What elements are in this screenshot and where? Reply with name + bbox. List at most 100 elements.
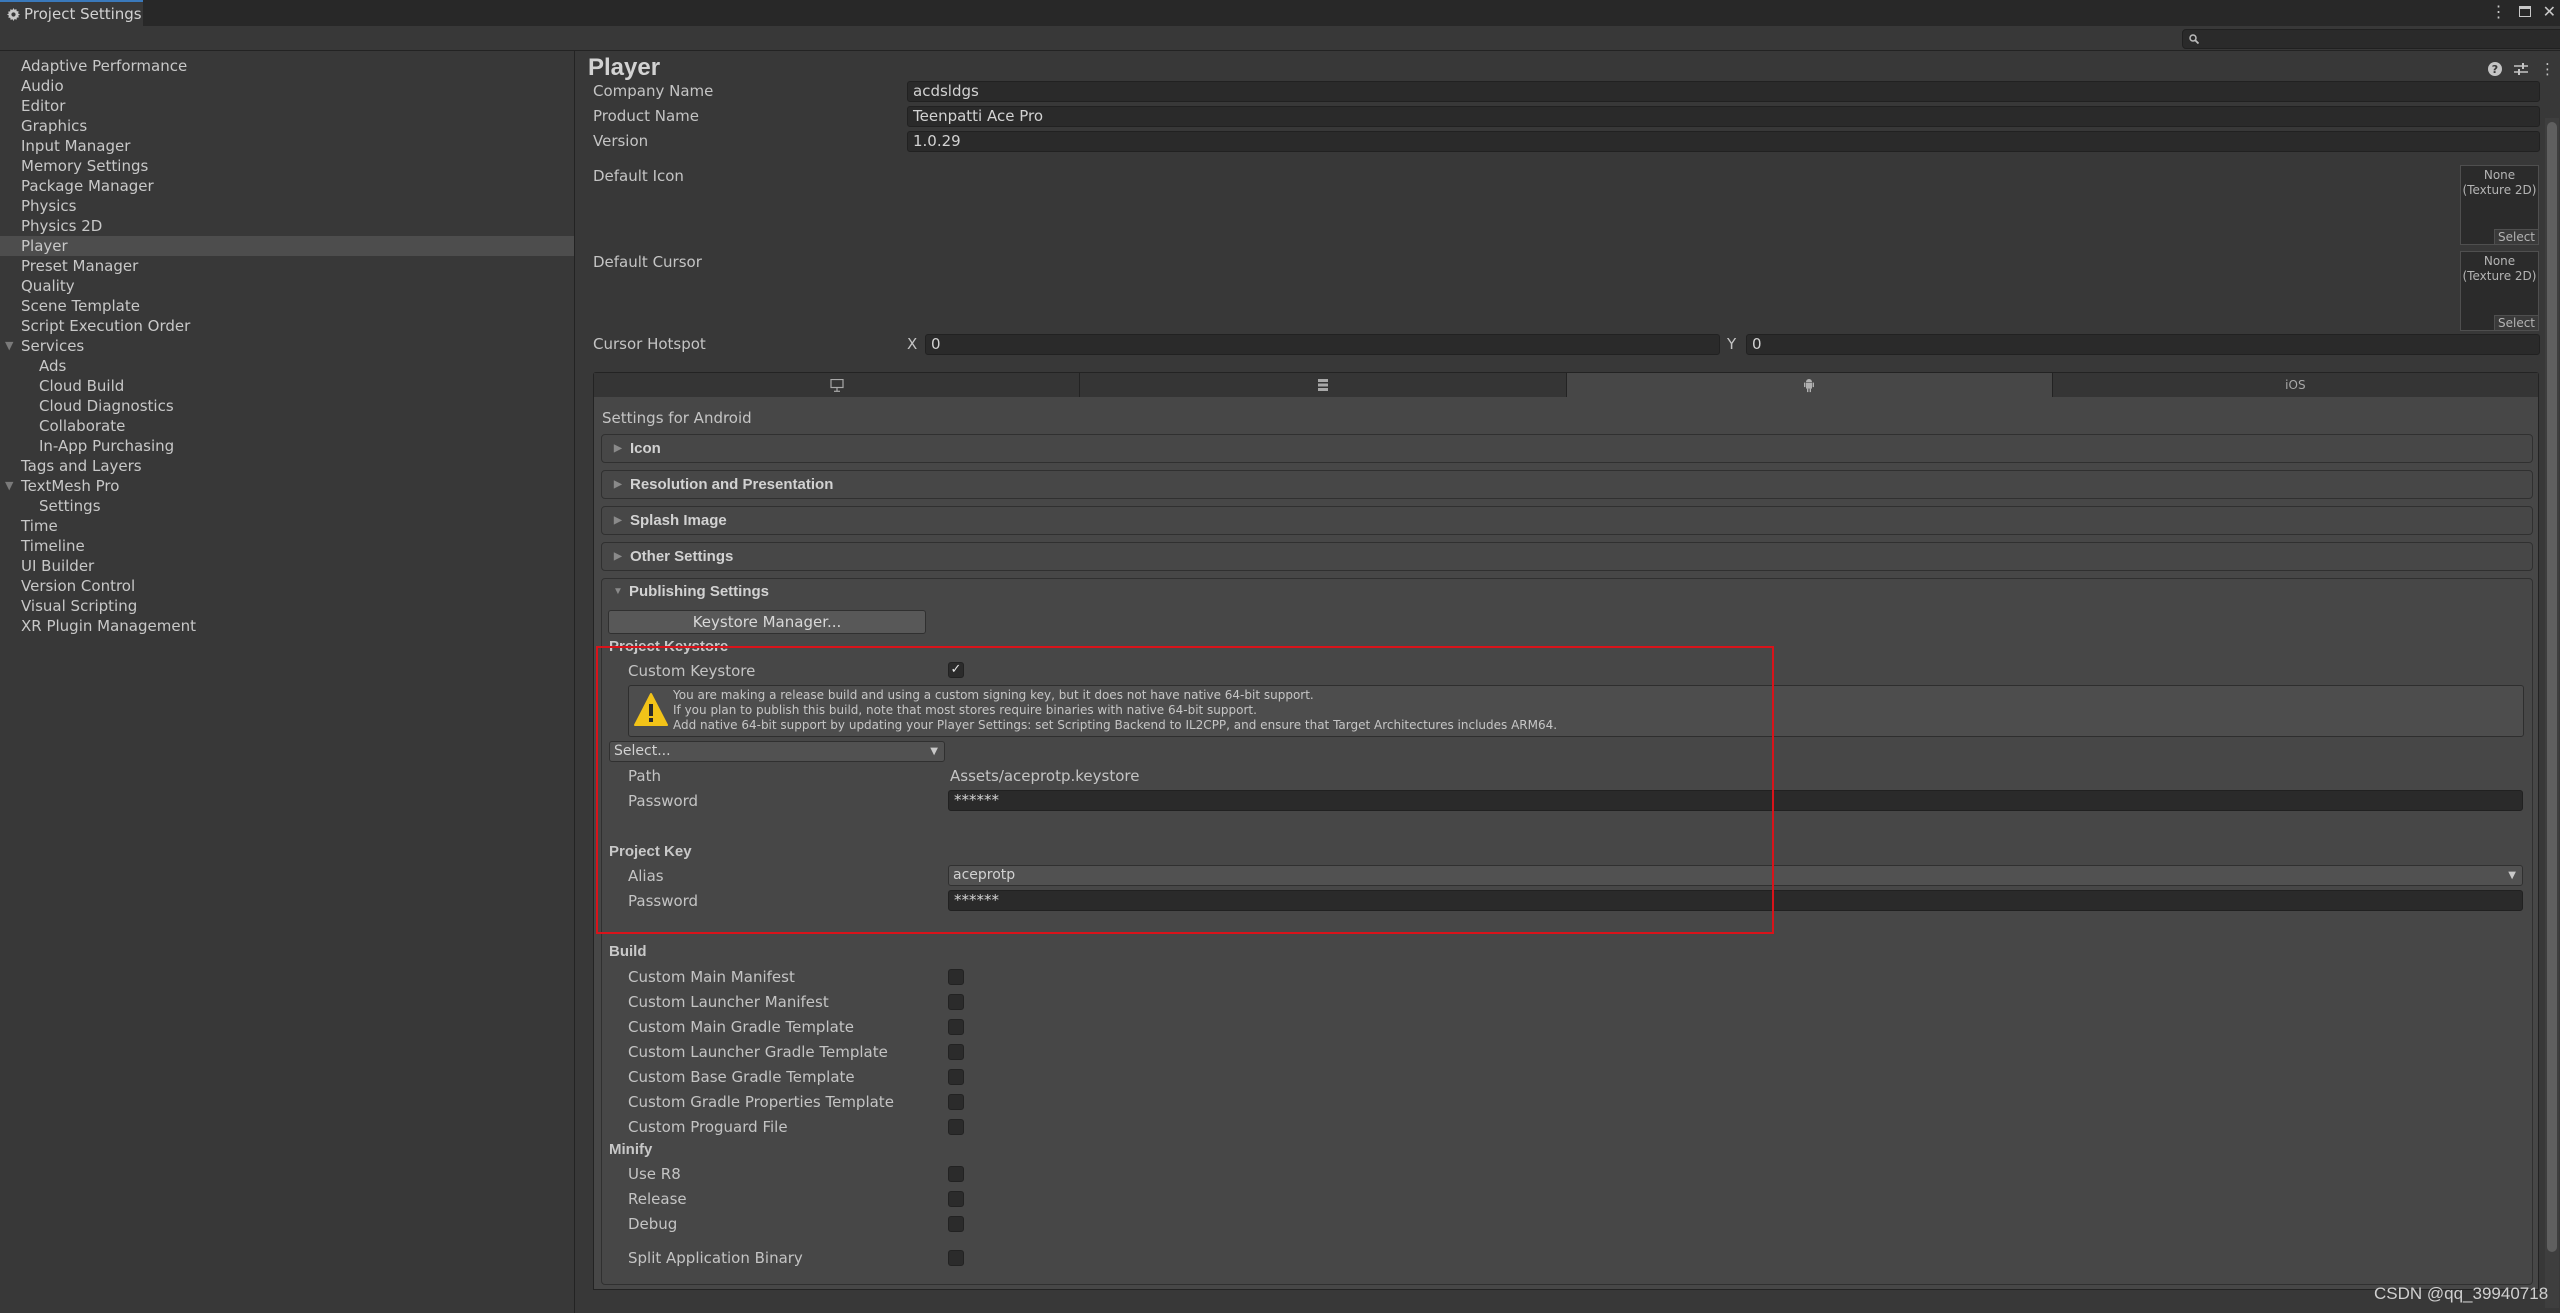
- search-icon: [2189, 34, 2199, 44]
- sidebar-item[interactable]: Memory Settings: [0, 156, 574, 176]
- sidebar-item[interactable]: ▼ Services: [0, 336, 574, 356]
- foldout-publishing-settings[interactable]: ▼ Publishing Settings: [601, 578, 2533, 607]
- sidebar-item[interactable]: Collaborate: [0, 416, 574, 436]
- sidebar-item[interactable]: Time: [0, 516, 574, 536]
- keystore-manager-button[interactable]: Keystore Manager...: [608, 610, 926, 634]
- more-vertical-icon[interactable]: ⋮: [2491, 2, 2507, 21]
- custom-keystore-checkbox[interactable]: ✓: [948, 662, 964, 678]
- version-input[interactable]: 1.0.29: [907, 131, 2540, 152]
- sidebar-item[interactable]: Timeline: [0, 536, 574, 556]
- texture-none-text: None: [2483, 254, 2516, 268]
- sidebar-item[interactable]: Adaptive Performance: [0, 56, 574, 76]
- texture-type-text: (Texture 2D): [2462, 269, 2537, 283]
- chevron-down-icon: ▼: [2508, 870, 2516, 881]
- hotspot-x-input[interactable]: 0: [925, 334, 1720, 355]
- presets-icon[interactable]: [2514, 63, 2528, 75]
- tab-standalone[interactable]: [594, 373, 1081, 398]
- search-input[interactable]: [2205, 31, 2560, 47]
- sidebar-item[interactable]: Graphics: [0, 116, 574, 136]
- alias-dropdown[interactable]: aceprotp ▼: [948, 865, 2523, 886]
- tab-ios[interactable]: iOS: [2052, 373, 2538, 398]
- sidebar-item[interactable]: Cloud Diagnostics: [0, 396, 574, 416]
- sidebar-item[interactable]: Preset Manager: [0, 256, 574, 276]
- sidebar-item[interactable]: Audio: [0, 76, 574, 96]
- sidebar-item[interactable]: Physics 2D: [0, 216, 574, 236]
- sidebar-item[interactable]: Tags and Layers: [0, 456, 574, 476]
- foldout-other-settings[interactable]: ▶ Other Settings: [601, 542, 2533, 571]
- path-value: Assets/aceprotp.keystore: [950, 767, 1140, 785]
- hotspot-y-input[interactable]: 0: [1746, 334, 2540, 355]
- sidebar-item[interactable]: Visual Scripting: [0, 596, 574, 616]
- sidebar-item[interactable]: Scene Template: [0, 296, 574, 316]
- foldout-resolution[interactable]: ▶ Resolution and Presentation: [601, 470, 2533, 499]
- triangle-down-icon[interactable]: ▼: [5, 476, 13, 496]
- keystore-password-label: Password: [628, 792, 699, 810]
- sidebar-item-label: Player: [21, 237, 68, 255]
- sidebar-item[interactable]: UI Builder: [0, 556, 574, 576]
- foldout-splash-image[interactable]: ▶ Splash Image: [601, 506, 2533, 535]
- default-cursor-select-button[interactable]: Select: [2494, 315, 2538, 330]
- option-checkbox[interactable]: [948, 1119, 964, 1135]
- split-binary-checkbox[interactable]: [948, 1250, 964, 1266]
- option-checkbox[interactable]: [948, 1069, 964, 1085]
- foldout-icon[interactable]: ▶ Icon: [601, 434, 2533, 463]
- option-checkbox[interactable]: [948, 1191, 964, 1207]
- split-binary-label: Split Application Binary: [628, 1249, 803, 1267]
- tab-title: Project Settings: [24, 5, 142, 23]
- foldout-label: Other Settings: [630, 548, 734, 565]
- option-checkbox[interactable]: [948, 1166, 964, 1182]
- sidebar-item-label: Version Control: [21, 577, 136, 595]
- product-name-input[interactable]: Teenpatti Ace Pro: [907, 106, 2540, 127]
- scrollbar-thumb[interactable]: [2547, 122, 2557, 1252]
- sidebar-item[interactable]: Script Execution Order: [0, 316, 574, 336]
- warning-text-line: If you plan to publish this build, note …: [673, 703, 1257, 717]
- option-checkbox[interactable]: [948, 1094, 964, 1110]
- sidebar-item-label: Quality: [21, 277, 75, 295]
- sidebar-item[interactable]: Player: [0, 236, 574, 256]
- sidebar-item[interactable]: Ads: [0, 356, 574, 376]
- sidebar-item[interactable]: Editor: [0, 96, 574, 116]
- maximize-icon[interactable]: [2518, 6, 2531, 17]
- default-cursor-field[interactable]: None (Texture 2D) Select: [2460, 251, 2539, 331]
- sidebar-item[interactable]: Settings: [0, 496, 574, 516]
- sidebar-item[interactable]: XR Plugin Management: [0, 616, 574, 636]
- sidebar-item-label: Script Execution Order: [21, 317, 191, 335]
- option-checkbox[interactable]: [948, 994, 964, 1010]
- path-label: Path: [628, 767, 661, 785]
- foldout-label: Resolution and Presentation: [630, 476, 834, 493]
- sidebar-item-label: TextMesh Pro: [21, 477, 120, 495]
- key-password-input[interactable]: ******: [948, 890, 2523, 911]
- triangle-down-icon[interactable]: ▼: [5, 336, 13, 356]
- more-vertical-icon[interactable]: ⋮: [2540, 60, 2555, 78]
- option-checkbox[interactable]: [948, 1044, 964, 1060]
- sidebar-item[interactable]: Cloud Build: [0, 376, 574, 396]
- search-field[interactable]: [2182, 29, 2560, 49]
- default-icon-field[interactable]: None (Texture 2D) Select: [2460, 165, 2539, 245]
- close-icon[interactable]: ✕: [2543, 2, 2556, 21]
- option-checkbox[interactable]: [948, 1216, 964, 1232]
- hotspot-y-label: Y: [1727, 335, 1737, 353]
- option-label: Release: [628, 1190, 687, 1208]
- tab-project-settings[interactable]: Project Settings: [0, 0, 143, 26]
- option-label: Custom Launcher Manifest: [628, 993, 829, 1011]
- sidebar-item[interactable]: Physics: [0, 196, 574, 216]
- triangle-right-icon: ▶: [614, 551, 622, 562]
- sidebar-item[interactable]: Version Control: [0, 576, 574, 596]
- default-icon-select-button[interactable]: Select: [2494, 229, 2538, 244]
- tab-android[interactable]: [1566, 373, 2053, 398]
- watermark: CSDN @qq_39940718: [2374, 1284, 2549, 1303]
- toolbar: [0, 26, 2560, 51]
- sidebar-item[interactable]: In-App Purchasing: [0, 436, 574, 456]
- keystore-select-dropdown[interactable]: Select... ▼: [609, 741, 945, 762]
- sidebar-item[interactable]: Quality: [0, 276, 574, 296]
- foldout-label: Splash Image: [630, 512, 727, 529]
- sidebar-item[interactable]: ▼ TextMesh Pro: [0, 476, 574, 496]
- option-checkbox[interactable]: [948, 1019, 964, 1035]
- tab-server[interactable]: [1080, 373, 1567, 398]
- help-icon[interactable]: ?: [2488, 62, 2502, 76]
- company-name-input[interactable]: acdsldgs: [907, 81, 2540, 102]
- option-checkbox[interactable]: [948, 969, 964, 985]
- keystore-password-input[interactable]: ******: [948, 790, 2523, 811]
- sidebar-item[interactable]: Input Manager: [0, 136, 574, 156]
- sidebar-item[interactable]: Package Manager: [0, 176, 574, 196]
